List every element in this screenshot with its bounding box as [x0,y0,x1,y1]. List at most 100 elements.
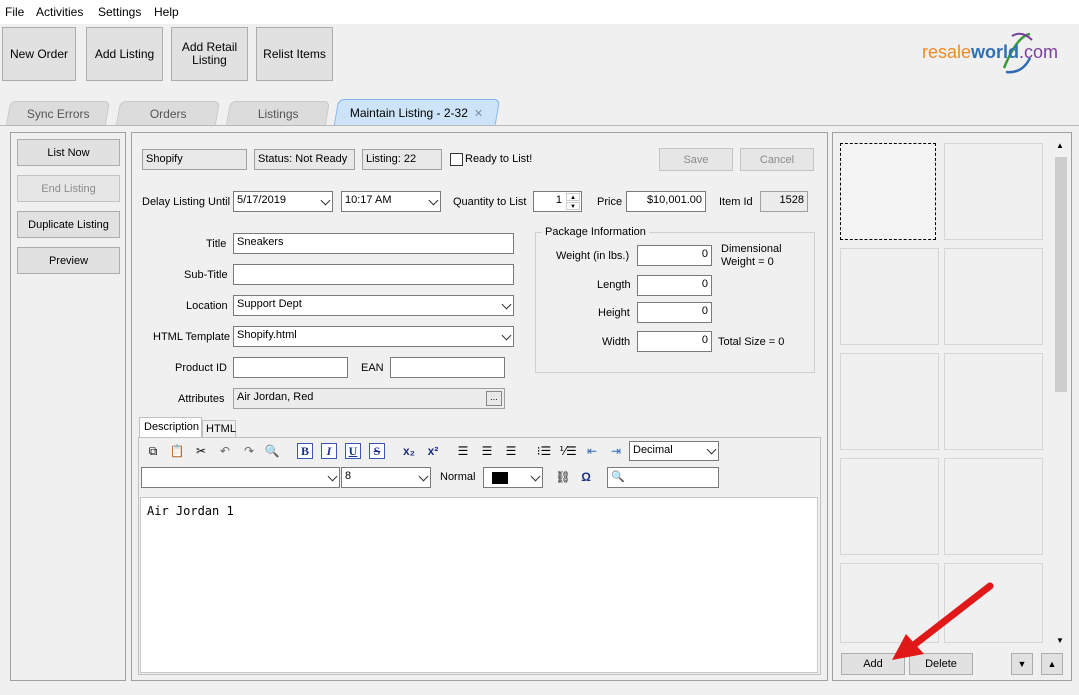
image-slot-selected[interactable] [840,143,936,240]
ean-input[interactable] [390,357,505,378]
save-button[interactable]: Save [659,148,733,171]
italic-icon[interactable]: I [321,443,337,459]
subtitle-label: Sub-Title [184,269,228,281]
package-info-title: Package Information [542,226,649,238]
find-icon[interactable]: 🔍 [263,442,281,460]
price-input[interactable]: $10,001.00 [626,191,706,212]
align-left-icon[interactable]: ☰ [454,442,472,460]
menu-help[interactable]: Help [154,5,179,19]
tab-description[interactable]: Description [139,417,202,437]
preview-button[interactable]: Preview [17,247,120,274]
underline-icon[interactable]: U [345,443,361,459]
product-id-input[interactable] [233,357,348,378]
subscript-icon[interactable]: x₂ [400,442,418,460]
spin-up-icon[interactable]: ▲ [566,193,580,201]
image-slot[interactable] [944,248,1043,345]
cancel-button[interactable]: Cancel [740,148,814,171]
scroll-up-icon[interactable]: ▲ [1056,141,1064,150]
chevron-up-icon: ▲ [1048,659,1057,669]
new-order-button[interactable]: New Order [2,27,76,81]
list-now-button[interactable]: List Now [17,139,120,166]
tab-maintain-listing[interactable]: Maintain Listing - 2-32✕ [334,99,501,125]
ready-to-list-checkbox[interactable] [450,153,463,166]
sidebar-panel: List Now End Listing Duplicate Listing P… [10,132,126,681]
link-icon[interactable]: ⛓ [554,468,572,486]
subtitle-input[interactable] [233,264,514,285]
annotation-arrow-icon [880,580,1000,665]
quantity-label: Quantity to List [453,196,526,208]
spin-down-icon[interactable]: ▼ [566,202,580,210]
tab-sync-errors[interactable]: Sync Errors [6,101,110,125]
align-center-icon[interactable]: ☰ [478,442,496,460]
listing-number-box: Listing: 22 [362,149,442,170]
tab-label: HTML [206,423,236,435]
delay-time-picker[interactable]: 10:17 AM [341,191,441,212]
length-input[interactable]: 0 [637,275,712,296]
tab-label: Orders [150,107,187,121]
chevron-down-icon [328,471,338,481]
font-size-select[interactable]: 8 [341,467,431,488]
chevron-down-icon [502,330,512,340]
superscript-icon[interactable]: x² [424,442,442,460]
quantity-stepper[interactable]: 1 ▲ ▼ [533,191,582,212]
move-up-button[interactable]: ▲ [1041,653,1063,675]
width-input[interactable]: 0 [637,331,712,352]
font-size-value: 8 [345,470,351,482]
editor-search-input[interactable]: 🔍 [607,467,719,488]
image-slot[interactable] [944,458,1043,555]
tab-orders[interactable]: Orders [116,101,220,125]
end-listing-button[interactable]: End Listing [17,175,120,202]
copy-icon[interactable]: ⧉ [144,442,162,460]
outdent-icon[interactable]: ⇤ [583,442,601,460]
image-slot[interactable] [944,353,1043,450]
move-down-button[interactable]: ▼ [1011,653,1033,675]
height-label: Height [598,307,630,319]
weight-label: Weight (in lbs.) [556,250,629,262]
close-icon[interactable]: ✕ [474,108,483,120]
length-label: Length [597,279,631,291]
weight-input[interactable]: 0 [637,245,712,266]
bullet-list-icon[interactable]: ⁝☰ [535,442,553,460]
image-scrollbar[interactable]: ▲ ▼ [1053,139,1069,647]
title-label: Title [206,238,226,250]
menu-settings[interactable]: Settings [98,5,141,19]
relist-items-button[interactable]: Relist Items [256,27,333,81]
logo-text-com: .com [1019,42,1058,62]
height-input[interactable]: 0 [637,302,712,323]
description-editor[interactable]: Air Jordan 1 [140,497,818,673]
add-listing-button[interactable]: Add Listing [86,27,163,81]
menu-bar: File Activities Settings Help [0,0,1079,24]
tab-listings[interactable]: Listings [226,101,330,125]
image-slot[interactable] [840,248,939,345]
menu-activities[interactable]: Activities [36,5,83,19]
location-select[interactable]: Support Dept [233,295,514,316]
image-slot[interactable] [944,143,1043,240]
image-slot[interactable] [840,353,939,450]
font-color-select[interactable] [483,467,543,488]
title-input[interactable]: Sneakers [233,233,514,254]
attributes-browse-button[interactable]: ... [486,391,502,406]
chevron-down-icon [419,471,429,481]
menu-file[interactable]: File [5,5,24,19]
html-template-select[interactable]: Shopify.html [233,326,514,347]
omega-symbol-icon[interactable]: Ω [577,468,595,486]
scroll-thumb[interactable] [1055,157,1067,392]
cut-icon[interactable]: ✂ [192,442,210,460]
search-icon: 🔍 [611,471,625,483]
tab-html[interactable]: HTML [202,420,236,437]
bold-icon[interactable]: B [297,443,313,459]
redo-icon[interactable]: ↷ [240,442,258,460]
paste-icon[interactable]: 📋 [168,442,186,460]
undo-icon[interactable]: ↶ [216,442,234,460]
font-name-select[interactable] [141,467,340,488]
numbered-list-icon[interactable]: ⅟☰ [559,442,577,460]
add-retail-listing-button[interactable]: Add Retail Listing [171,27,248,81]
align-right-icon[interactable]: ☰ [502,442,520,460]
strikethrough-icon[interactable]: S [369,443,385,459]
scroll-down-icon[interactable]: ▼ [1056,636,1064,645]
list-style-select[interactable]: Decimal [629,441,719,461]
duplicate-listing-button[interactable]: Duplicate Listing [17,211,120,238]
image-slot[interactable] [840,458,939,555]
indent-icon[interactable]: ⇥ [607,442,625,460]
delay-date-picker[interactable]: 5/17/2019 [233,191,333,212]
